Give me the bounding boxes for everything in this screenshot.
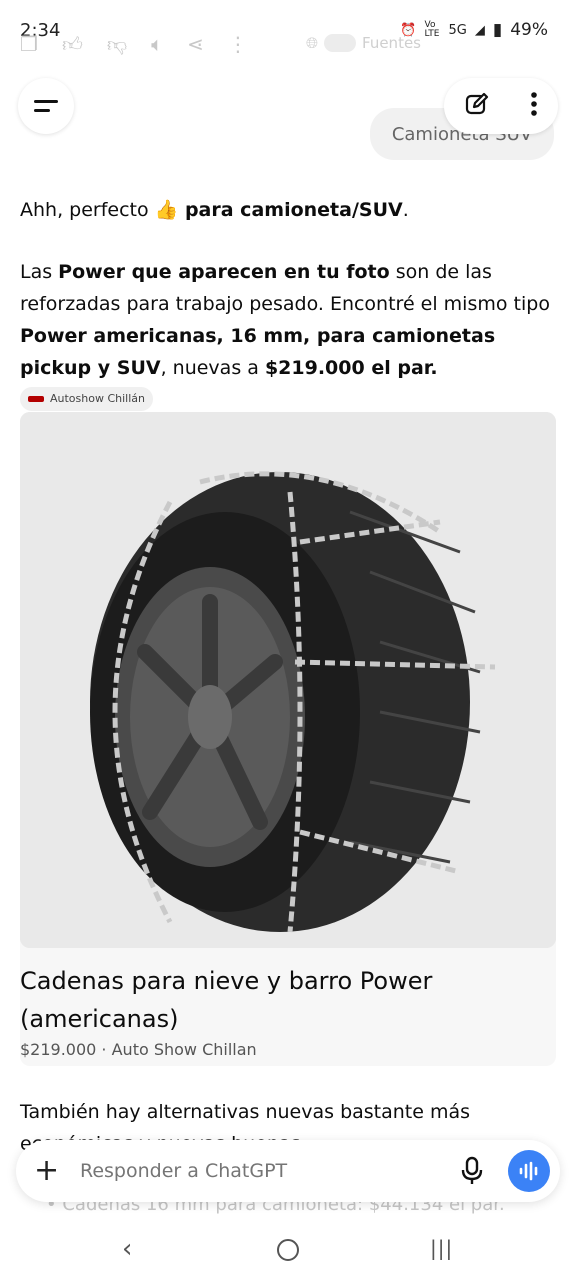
text-run: , nuevas a <box>160 357 265 379</box>
audio-waveform-icon <box>519 1161 538 1181</box>
text-run: Las <box>20 261 59 283</box>
thumbs-down-icon[interactable]: 👎︎ <box>107 32 127 57</box>
volte-label: Vo LTE <box>424 20 440 39</box>
new-chat-button[interactable] <box>464 91 490 121</box>
battery-level: 49% <box>510 20 548 40</box>
source-name: Autoshow Chillán <box>50 391 145 405</box>
message-actions-toolbar: ❐ 👍︎ 👎︎ 🔈︎ ⋖ ⋮ <box>20 32 248 57</box>
system-nav-bar: ‹ ||| <box>0 1222 576 1280</box>
share-icon[interactable]: ⋖ <box>187 32 204 57</box>
menu-icon <box>34 100 58 103</box>
sources-button[interactable]: 🌐︎ Fuentes <box>306 34 421 52</box>
menu-icon-line <box>34 109 50 112</box>
bold-run: $219.000 el par. <box>264 357 438 379</box>
voice-mode-button[interactable] <box>508 1150 550 1192</box>
tire-chain-image <box>20 412 556 948</box>
back-icon[interactable]: ‹ <box>122 1234 132 1264</box>
reply-paragraph-2: Las Power que aparecen en tu foto son de… <box>20 256 556 416</box>
text-run: Ahh, perfecto <box>20 199 155 221</box>
attach-plus-button[interactable]: + <box>34 1152 59 1190</box>
bold-run: Power que aparecen en tu foto <box>58 261 390 283</box>
battery-icon: ▮ <box>492 20 503 40</box>
speaker-icon[interactable]: 🔈︎ <box>151 32 163 57</box>
more-vertical-icon <box>531 92 537 116</box>
source-favicons <box>324 34 357 52</box>
more-icon[interactable]: ⋮ <box>228 32 248 57</box>
network-label: 5G <box>448 22 467 38</box>
edit-icon <box>465 92 489 115</box>
reply-paragraph-1: Ahh, perfecto 👍 para camioneta/SUV. <box>20 194 556 226</box>
source-citation-badge[interactable]: Autoshow Chillán <box>20 386 153 411</box>
thumbs-up-icon[interactable]: 👍︎ <box>62 32 83 57</box>
product-meta: $219.000 · Auto Show Chillan <box>20 1040 257 1059</box>
message-input[interactable] <box>78 1159 442 1183</box>
status-icons: ⏰ Vo LTE 5G ◢ ▮ 49% <box>400 20 548 40</box>
source-logo-icon <box>28 395 44 402</box>
header-actions <box>444 78 558 134</box>
product-title[interactable]: Cadenas para nieve y barro Power (americ… <box>20 962 556 1038</box>
recent-apps-icon[interactable]: ||| <box>430 1236 453 1260</box>
microphone-button[interactable] <box>460 1156 484 1190</box>
bold-run: para camioneta/SUV <box>178 199 403 221</box>
product-image[interactable] <box>20 412 556 948</box>
copy-icon[interactable]: ❐ <box>20 32 38 57</box>
signal-icon: ◢ <box>474 22 485 38</box>
globe-icon: 🌐︎ <box>306 34 319 52</box>
text-run: . <box>402 199 409 221</box>
thumbs-up-emoji: 👍 <box>154 199 179 221</box>
options-button[interactable] <box>530 91 538 121</box>
menu-button[interactable] <box>18 78 74 134</box>
message-composer: + <box>16 1140 560 1202</box>
sources-label: Fuentes <box>362 34 421 52</box>
microphone-icon <box>461 1156 483 1184</box>
home-icon[interactable] <box>277 1239 299 1261</box>
